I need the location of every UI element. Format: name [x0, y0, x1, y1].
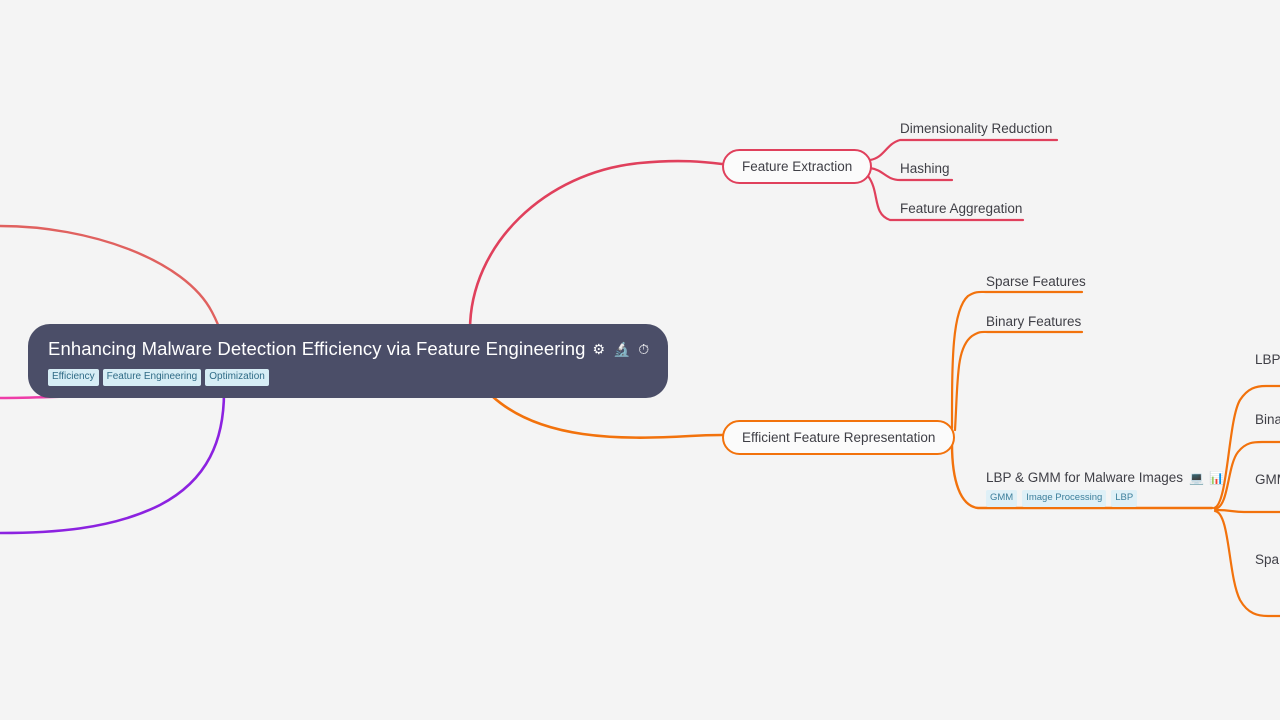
node-lbp-gmm-for-malware-images[interactable]: LBP & GMM for Malware Images 💻 📊 GMM Ima…	[986, 470, 1225, 507]
node-lbp-child-2[interactable]: Bina com	[1255, 411, 1280, 429]
lbp-gmm-title: LBP & GMM for Malware Images	[986, 470, 1184, 485]
node-feature-aggregation[interactable]: Feature Aggregation	[900, 200, 1022, 218]
tag-optimization[interactable]: Optimization	[205, 369, 269, 386]
tag-efficiency[interactable]: Efficiency	[48, 369, 99, 386]
lbp-gmm-emoji-group: 💻 📊	[1189, 470, 1226, 485]
tag-feature-engineering[interactable]: Feature Engineering	[102, 369, 202, 386]
tag-gmm[interactable]: GMM	[986, 490, 1018, 507]
mindmap-canvas: Enhancing Malware Detection Efficiency v…	[0, 0, 1280, 720]
root-node[interactable]: Enhancing Malware Detection Efficiency v…	[28, 324, 668, 398]
node-binary-features[interactable]: Binary Features	[986, 313, 1081, 331]
node-sparse-features[interactable]: Sparse Features	[986, 273, 1086, 291]
edge-efr-to-binary-features	[953, 330, 1084, 432]
edge-left-purple	[0, 390, 226, 535]
edge-fe-to-dimensionality-reduction	[868, 138, 1059, 162]
node-lbp-child-4[interactable]: Spa dict spa	[1255, 551, 1280, 569]
lbp-gmm-title-row: LBP & GMM for Malware Images 💻 📊	[986, 470, 1225, 485]
root-tag-list: Efficiency Feature Engineering Optimizat…	[48, 369, 648, 386]
node-feature-extraction[interactable]: Feature Extraction	[722, 149, 873, 184]
lbp-gmm-tag-list: GMM Image Processing LBP	[986, 490, 1225, 507]
root-title-row: Enhancing Malware Detection Efficiency v…	[48, 338, 649, 360]
node-lbp-child-3[interactable]: GMM feat para	[1255, 471, 1280, 489]
edge-root-to-efficient-feature-representation	[490, 394, 724, 439]
tag-image-processing[interactable]: Image Processing	[1022, 490, 1107, 507]
edge-lbpgmm-to-child-3	[1214, 508, 1280, 514]
edge-root-to-feature-extraction	[468, 159, 724, 332]
root-emoji-group: ⚙ 🔬 ⏱	[592, 341, 652, 357]
page-title: Enhancing Malware Detection Efficiency v…	[48, 338, 586, 359]
node-lbp-child-1[interactable]: LBP repr	[1255, 351, 1280, 369]
node-efficient-feature-representation[interactable]: Efficient Feature Representation	[722, 420, 956, 455]
tag-lbp[interactable]: LBP	[1111, 490, 1138, 507]
node-dimensionality-reduction[interactable]: Dimensionality Reduction	[900, 120, 1052, 138]
node-hashing[interactable]: Hashing	[900, 160, 950, 178]
